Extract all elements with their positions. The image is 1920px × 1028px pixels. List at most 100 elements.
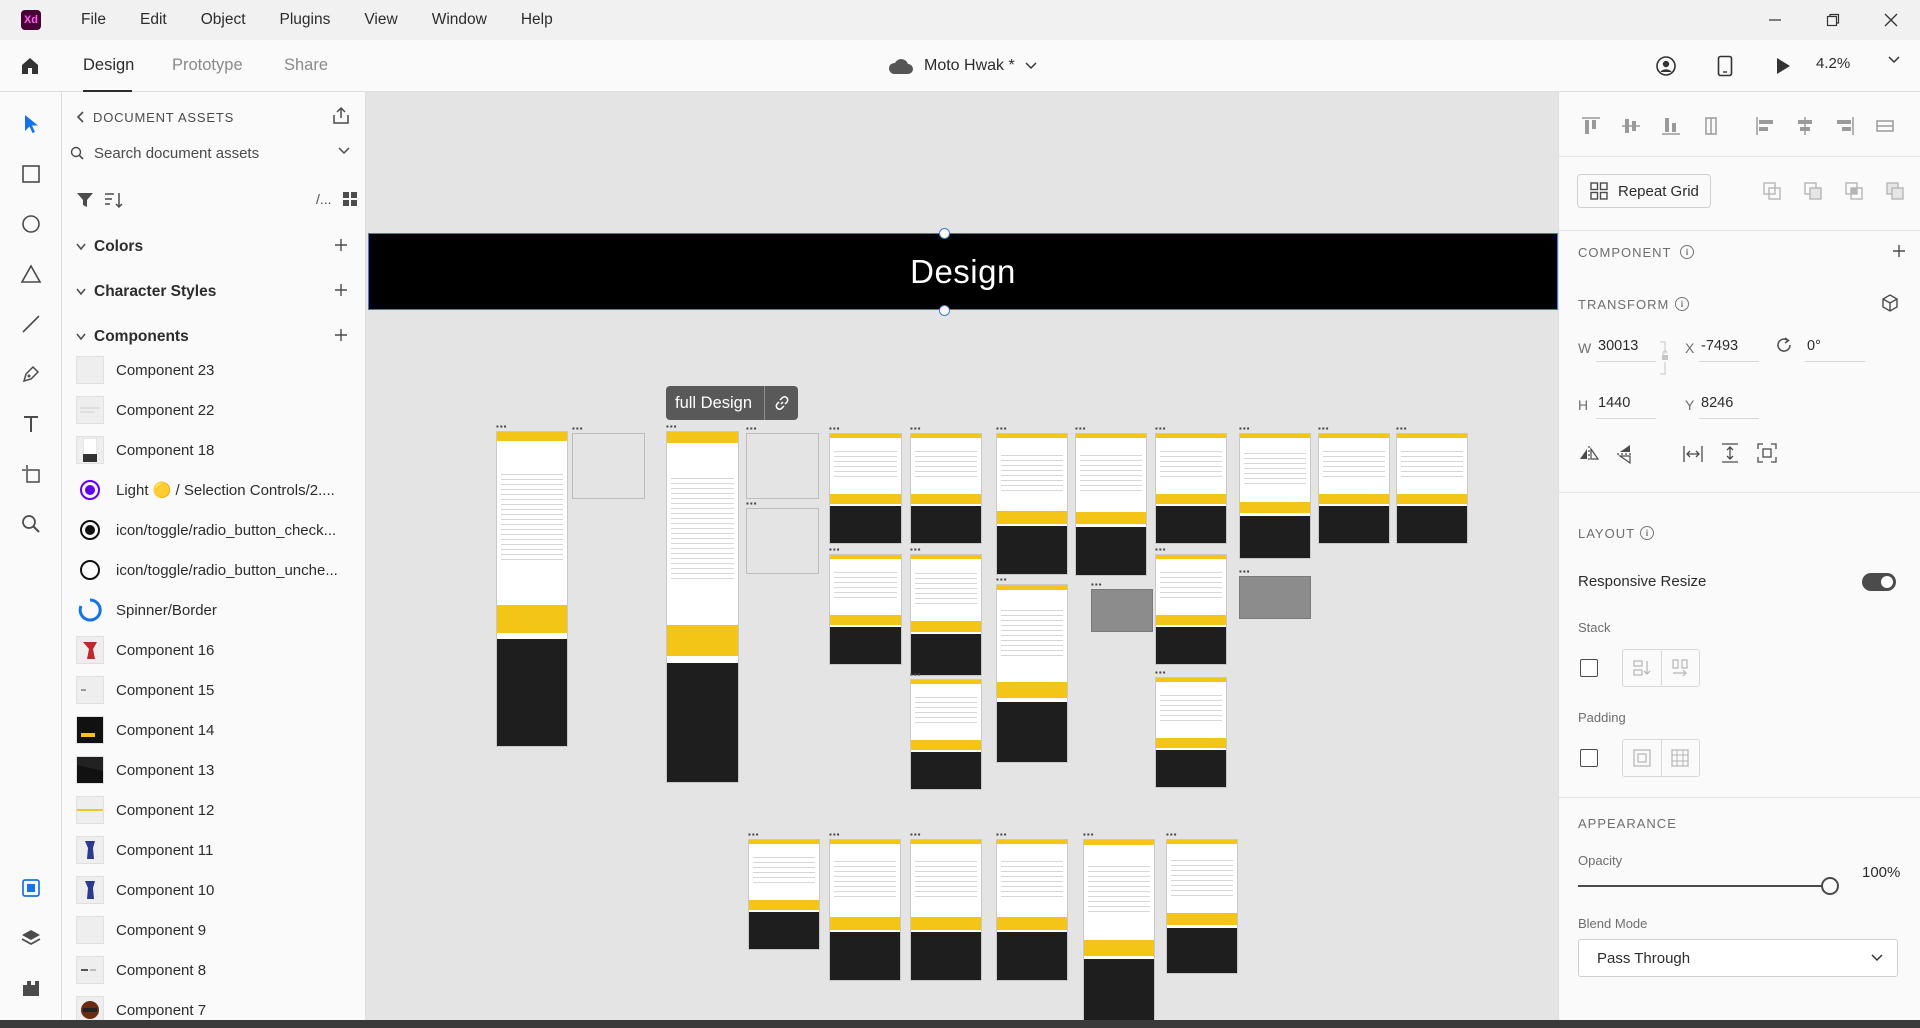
components-section-header[interactable]: Components xyxy=(76,324,358,350)
artboard-name-tag[interactable]: full Design xyxy=(666,386,799,420)
component-item[interactable]: Component 16 xyxy=(76,630,358,670)
3d-transform-cube-icon[interactable] xyxy=(1880,293,1900,313)
tab-share[interactable]: Share xyxy=(284,56,328,75)
component-item[interactable]: Component 14 xyxy=(76,710,358,750)
add-component-plus-icon[interactable] xyxy=(1892,244,1906,258)
lock-aspect-icon[interactable] xyxy=(1659,340,1671,376)
sort-icon[interactable] xyxy=(104,191,124,209)
x-field[interactable]: -7493 xyxy=(1699,338,1759,362)
artboard-thumbnail[interactable] xyxy=(748,839,820,950)
padding-uniform-option[interactable] xyxy=(1623,740,1661,776)
share-assets-button[interactable] xyxy=(331,106,351,126)
close-window-button[interactable] xyxy=(1862,0,1920,40)
component-item[interactable]: icon/toggle/radio_button_unche... xyxy=(76,550,358,590)
plugins-panel-button[interactable] xyxy=(17,974,45,1002)
y-field[interactable]: 8246 xyxy=(1699,395,1759,419)
component-item[interactable]: Component 22 xyxy=(76,390,358,430)
stack-direction-selector[interactable] xyxy=(1622,649,1700,687)
info-icon[interactable]: i xyxy=(1640,526,1654,540)
artboard-thumbnail[interactable] xyxy=(1166,839,1238,974)
distribute-vertical-button[interactable] xyxy=(1699,114,1723,138)
align-bottom-button[interactable] xyxy=(1659,114,1683,138)
opacity-slider-handle[interactable] xyxy=(1821,877,1839,895)
artboard-thumbnail[interactable] xyxy=(829,839,901,981)
chevron-left-icon[interactable] xyxy=(76,111,84,123)
resize-handle-top[interactable] xyxy=(939,228,950,239)
rectangle-tool[interactable] xyxy=(17,160,45,188)
component-item[interactable]: Spinner/Border xyxy=(76,590,358,630)
component-item[interactable]: Component 7 xyxy=(76,990,358,1020)
invite-button[interactable] xyxy=(1653,53,1679,79)
grid-view-icon[interactable] xyxy=(342,191,358,207)
preview-play-button[interactable] xyxy=(1770,53,1796,79)
width-field[interactable]: 30013 xyxy=(1596,338,1656,362)
ellipse-tool[interactable] xyxy=(17,210,45,238)
zoom-chevron-down-icon[interactable] xyxy=(1888,56,1900,64)
resize-handle-bottom[interactable] xyxy=(939,305,950,316)
menu-help[interactable]: Help xyxy=(504,11,570,29)
opacity-slider-track[interactable] xyxy=(1578,885,1828,887)
search-input[interactable] xyxy=(94,144,314,162)
flip-vertical-icon[interactable] xyxy=(1616,443,1634,465)
artboard-thumbnail[interactable] xyxy=(1091,589,1153,632)
menu-edit[interactable]: Edit xyxy=(123,11,184,29)
artboard-thumbnail[interactable] xyxy=(1239,433,1311,559)
blend-mode-select[interactable]: Pass Through xyxy=(1578,939,1898,977)
zoom-tool[interactable] xyxy=(17,510,45,538)
flip-horizontal-icon[interactable] xyxy=(1578,445,1600,463)
restore-button[interactable] xyxy=(1804,0,1862,40)
artboard-link-button[interactable] xyxy=(764,386,798,420)
component-item[interactable]: Component 11 xyxy=(76,830,358,870)
component-item[interactable]: Component 15 xyxy=(76,670,358,710)
layers-panel-button[interactable] xyxy=(17,924,45,952)
filter-icon[interactable] xyxy=(76,192,94,208)
info-icon[interactable]: i xyxy=(1675,297,1689,311)
menu-window[interactable]: Window xyxy=(415,11,504,29)
artboard-thumbnail[interactable] xyxy=(496,431,568,747)
boolean-exclude-icon[interactable] xyxy=(1885,181,1905,201)
responsive-resize-toggle[interactable] xyxy=(1862,573,1896,591)
document-title-menu[interactable]: Moto Hwak * xyxy=(888,52,1037,80)
device-preview-button[interactable] xyxy=(1712,53,1738,79)
boolean-subtract-icon[interactable] xyxy=(1803,181,1823,201)
add-component-plus-icon[interactable] xyxy=(334,328,348,342)
list-view-toggle[interactable]: /... xyxy=(316,191,332,207)
character-styles-section-header[interactable]: Character Styles xyxy=(76,279,358,305)
text-tool[interactable] xyxy=(17,410,45,438)
padding-individual-option[interactable] xyxy=(1660,740,1700,776)
artboard-thumbnail[interactable] xyxy=(910,554,982,676)
home-button[interactable] xyxy=(16,52,44,80)
distribute-horizontal-button[interactable] xyxy=(1873,114,1897,138)
menu-file[interactable]: File xyxy=(64,11,123,29)
design-canvas[interactable]: Design full Design ▪▪▪ ▪▪▪ ▪▪▪ ▪▪▪ ▪▪▪ ▪▪▪ ▪▪▪… xyxy=(366,92,1558,1020)
stack-checkbox[interactable] xyxy=(1580,659,1598,677)
assets-panel-button[interactable] xyxy=(17,874,45,902)
design-banner-artboard[interactable]: Design xyxy=(368,233,1558,310)
padding-mode-selector[interactable] xyxy=(1622,739,1700,777)
align-top-button[interactable] xyxy=(1579,114,1603,138)
tab-prototype[interactable]: Prototype xyxy=(172,56,243,75)
fit-height-icon[interactable] xyxy=(1721,443,1739,463)
component-item[interactable]: Component 18 xyxy=(76,430,358,470)
component-item[interactable]: Component 23 xyxy=(76,350,358,390)
artboard-thumbnail[interactable] xyxy=(1075,433,1147,576)
add-character-style-plus-icon[interactable] xyxy=(334,283,348,297)
align-right-button[interactable] xyxy=(1833,114,1857,138)
fit-width-icon[interactable] xyxy=(1683,445,1703,463)
height-field[interactable]: 1440 xyxy=(1596,395,1656,419)
repeat-grid-button[interactable]: Repeat Grid xyxy=(1577,174,1711,208)
polygon-tool[interactable] xyxy=(17,260,45,288)
component-item[interactable]: Component 9 xyxy=(76,910,358,950)
artboard-thumbnail[interactable] xyxy=(746,508,819,574)
artboard-thumbnail[interactable] xyxy=(1083,839,1155,1020)
minimize-button[interactable] xyxy=(1746,0,1804,40)
artboard-tool[interactable] xyxy=(17,460,45,488)
line-tool[interactable] xyxy=(17,310,45,338)
stack-vertical-option[interactable] xyxy=(1623,650,1661,686)
select-tool[interactable] xyxy=(17,110,45,138)
padding-checkbox[interactable] xyxy=(1580,749,1598,767)
artboard-thumbnail[interactable] xyxy=(746,433,819,499)
artboard-thumbnail[interactable] xyxy=(1155,433,1227,544)
opacity-value[interactable]: 100% xyxy=(1862,864,1900,881)
zoom-level[interactable]: 4.2% xyxy=(1816,55,1850,72)
